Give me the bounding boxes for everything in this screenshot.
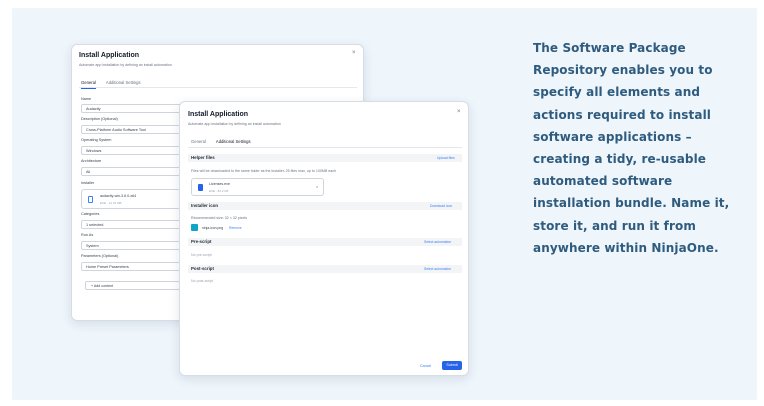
add-content-label: Add content bbox=[93, 284, 114, 288]
post-script-title: Post-script bbox=[191, 266, 214, 271]
dialog-subtitle: Automate app installation by defining an… bbox=[188, 122, 281, 126]
submit-button[interactable]: Submit bbox=[442, 361, 462, 370]
installer-file-card[interactable]: audacity-win-3.6.0-x64 EXE · 14.23 MB bbox=[81, 189, 181, 209]
dialog-title: Install Application bbox=[188, 111, 249, 118]
document-icon bbox=[198, 184, 203, 191]
pre-script-header bbox=[188, 238, 462, 246]
installer-icon-header bbox=[188, 202, 462, 210]
installer-file-name: audacity-win-3.6.0-x64 bbox=[100, 194, 137, 198]
remove-file-icon[interactable]: × bbox=[316, 184, 318, 189]
promo-description: The Software Package Repository enables … bbox=[533, 41, 730, 255]
run-as-label: Run As bbox=[81, 233, 94, 237]
post-script-empty: No post-script bbox=[191, 279, 214, 283]
tab-divider bbox=[79, 87, 357, 88]
description-label: Description (Optional) bbox=[81, 117, 118, 121]
cancel-button[interactable]: Cancel bbox=[420, 364, 431, 368]
dialog-title: Install Application bbox=[79, 52, 140, 59]
icon-size-hint: Recommended size: 32 × 32 pixels bbox=[191, 216, 248, 220]
add-content-button[interactable]: + Add content bbox=[85, 281, 180, 290]
icon-file-name: ninja-icon.png bbox=[202, 226, 224, 230]
close-icon[interactable]: × bbox=[352, 50, 356, 56]
installer-icon-title: Installer icon bbox=[191, 203, 219, 208]
document-icon bbox=[88, 196, 93, 203]
categories-label: Categories bbox=[81, 212, 100, 216]
helper-files-description: Files will be downloaded to the same fol… bbox=[191, 169, 337, 173]
post-script-select-link[interactable]: Select automation bbox=[424, 267, 451, 271]
close-icon[interactable]: × bbox=[457, 109, 461, 115]
upload-files-link[interactable]: Upload files bbox=[437, 156, 455, 160]
post-script-header bbox=[188, 265, 462, 273]
pre-script-select-link[interactable]: Select automation bbox=[424, 240, 451, 244]
arch-label: Architecture bbox=[81, 159, 102, 163]
tab-divider bbox=[188, 147, 462, 148]
helper-file-size: EXE · 82.2 KB bbox=[209, 189, 229, 193]
installer-label: Installer bbox=[81, 181, 95, 185]
helper-files-header bbox=[188, 154, 462, 162]
install-dialog-front: Install Application Automate app install… bbox=[179, 101, 469, 376]
helper-files-title: Helper files bbox=[191, 155, 215, 160]
app-thumbnail-icon bbox=[191, 224, 198, 231]
dialog-subtitle: Automate app installation by defining an… bbox=[79, 63, 172, 67]
pre-script-title: Pre-script bbox=[191, 239, 212, 244]
helper-file-card[interactable]: Licenses.exe EXE · 82.2 KB × bbox=[191, 178, 324, 196]
name-label: Name bbox=[81, 97, 92, 101]
os-label: Operating System bbox=[81, 138, 112, 142]
remove-icon-link[interactable]: Remove bbox=[229, 226, 242, 230]
installer-file-size: EXE · 14.23 MB bbox=[100, 201, 122, 205]
helper-file-name: Licenses.exe bbox=[209, 182, 230, 186]
download-icon-link[interactable]: Download icon bbox=[430, 204, 452, 208]
params-label: Parameters (Optional) bbox=[81, 254, 119, 258]
pre-script-empty: No pre-script bbox=[191, 253, 212, 257]
